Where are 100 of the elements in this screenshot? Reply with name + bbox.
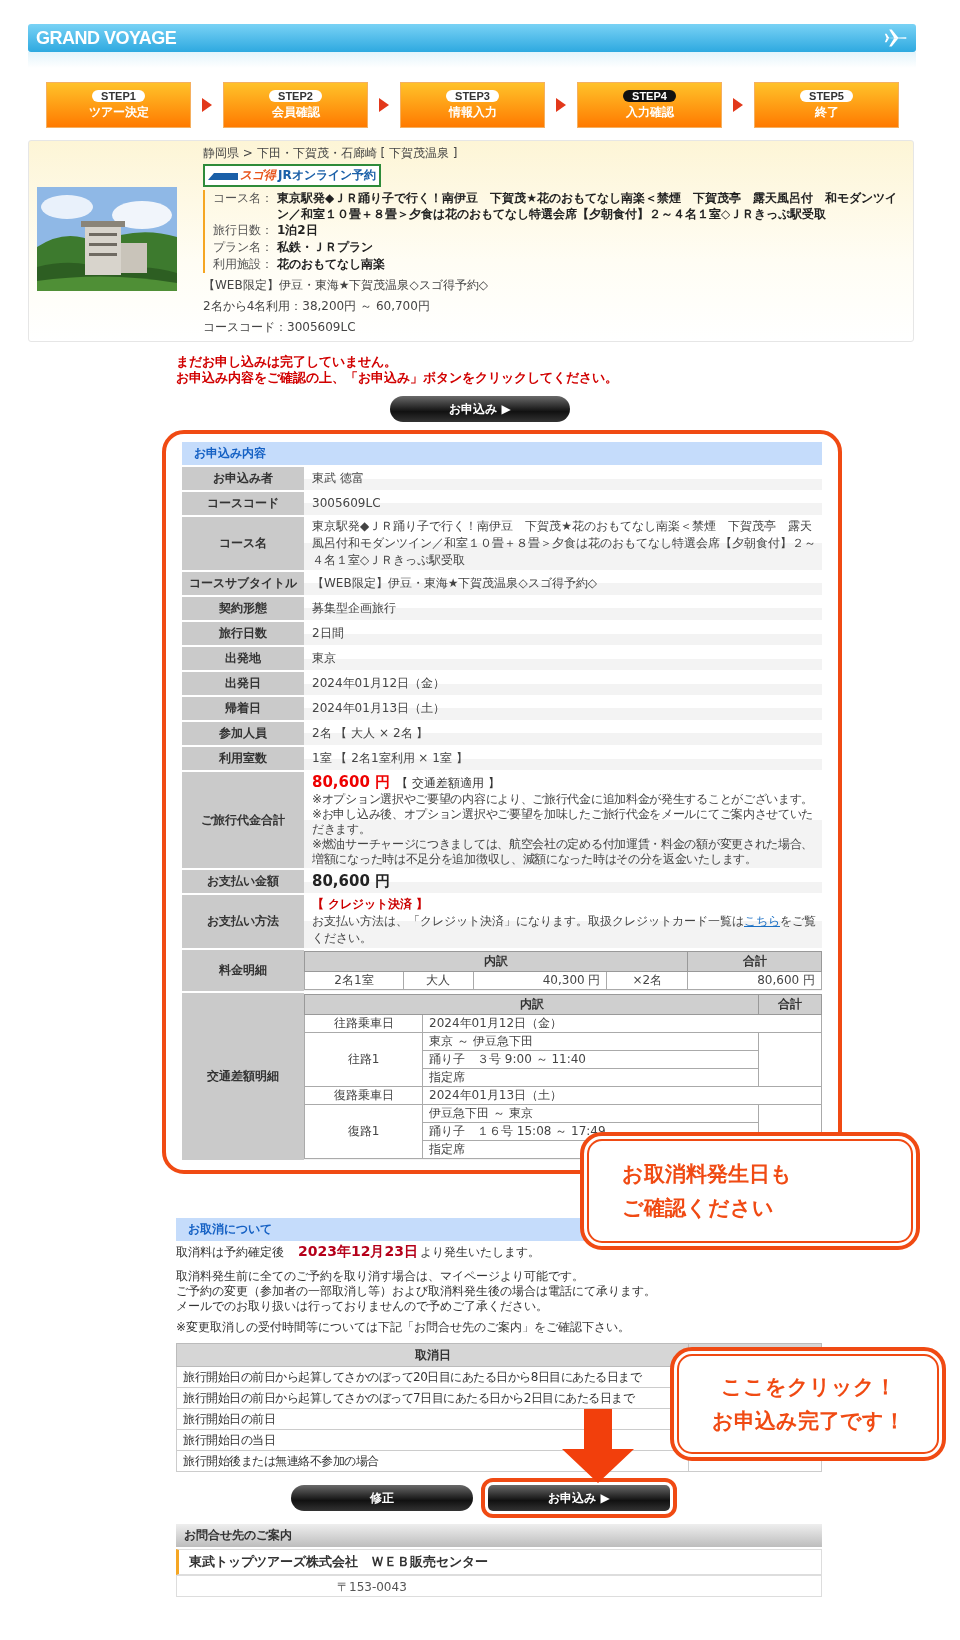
step-badge: STEP5 <box>800 89 853 102</box>
breadcrumb: 静岡県 > 下田・下賀茂・石廊崎 [ 下賀茂温泉 ] <box>203 145 458 162</box>
row-label: コースサブタイトル <box>182 572 304 595</box>
section-header: お問合せ先のご案内 <box>176 1524 822 1547</box>
detail-value: 1泊2日 <box>277 222 318 238</box>
callout-text: お申込み完了です！ <box>711 1408 905 1435</box>
card-list-link[interactable]: こちら <box>744 914 780 928</box>
table-cell: 伊豆急下田 ～ 東京 <box>422 1104 759 1123</box>
step-arrow-icon <box>733 98 743 112</box>
column-header: 内訳 <box>304 994 759 1015</box>
row-value: 募集型企画旅行 <box>312 600 396 617</box>
step-arrow-icon <box>202 98 212 112</box>
table-cell: 往路1 <box>304 1032 423 1087</box>
payment-method: 【 クレジット決済 】 <box>312 896 429 913</box>
detail-label: 旅行日数： <box>213 222 273 239</box>
table-cell: 大人 <box>403 971 474 990</box>
row-label: 旅行日数 <box>182 622 304 645</box>
cancel-fee-text: 取消料は予約確定後 2023年12月23日より発生いたします。 <box>176 1243 540 1261</box>
brand-logo: GRAND VOYAGE <box>36 27 177 49</box>
table-cell: 80,600 円 <box>687 971 822 990</box>
step-label: 情報入力 <box>448 103 497 121</box>
warning-text: お申込み内容をご確認の上、「お申込み」ボタンをクリックしてください。 <box>176 370 619 386</box>
price-note: 【 交通差額適用 】 <box>396 775 500 792</box>
column-header: 取消日 <box>176 1343 689 1367</box>
row-value: 1室 【 2名1室利用 × 1室 】 <box>312 750 468 767</box>
detail-label: プラン名： <box>213 239 273 256</box>
table-cell: 復路乗車日 <box>304 1086 423 1105</box>
row-label: ご旅行代金合計 <box>182 772 304 868</box>
cancel-text: ご予約の変更（参加者の一部取消し等）および取消料発生後の場合は電話にて承ります。 <box>176 1284 656 1299</box>
step-badge: STEP2 <box>269 89 322 102</box>
cancel-text: メールでのお取り扱いは行っておりませんので予めご了承ください。 <box>176 1299 549 1314</box>
table-cell: 往路乗車日 <box>304 1014 423 1033</box>
row-value: 3005609LC <box>312 495 381 512</box>
table-cell: 指定席 <box>422 1068 759 1087</box>
row-value: 東武 徳富 <box>312 470 364 487</box>
row-label: 出発地 <box>182 647 304 670</box>
price-range: 2名から4名利用：38,200円 ～ 60,700円 <box>203 298 430 315</box>
step-badge: STEP4 <box>623 89 676 102</box>
company-name: 東武トップツアーズ株式会社 ＷＥＢ販売センター <box>176 1549 822 1575</box>
row-label: 参加人員 <box>182 722 304 745</box>
row-label: コース名 <box>182 517 304 570</box>
row-value: 2024年01月12日（金） <box>312 675 446 692</box>
cancel-text: 取消料発生前に全てのご予約を取り消す場合は、マイページより可能です。 <box>176 1269 585 1284</box>
table-cell: 踊り子 ３号 9:00 ～ 11:40 <box>422 1050 759 1069</box>
table-cell: 40,300 円 <box>473 971 607 990</box>
step-label: 入力確認 <box>625 103 674 121</box>
row-label: 利用室数 <box>182 747 304 770</box>
table-cell: ×2名 <box>607 971 688 990</box>
payment-text: お支払い方法は、「クレジット決済」になります。取扱クレジットカード一覧はこちら をご覧ください。 <box>312 913 817 947</box>
detail-label: コース名： <box>213 190 273 207</box>
callout-text: ここをクリック！ <box>720 1374 896 1401</box>
row-value: 【WEB限定】伊豆・東海★下賀茂温泉◇スゴ得予約◇ <box>312 575 597 592</box>
apply-button[interactable]: お申込み ▶ <box>481 1478 677 1518</box>
step-arrow-icon <box>556 98 566 112</box>
edit-button[interactable]: 修正 <box>291 1485 473 1511</box>
column-header: 合計 <box>758 994 822 1015</box>
table-cell: 2024年01月13日（土） <box>422 1086 822 1105</box>
row-value: 東京 <box>312 650 336 667</box>
row-label: 交通差額明細 <box>182 993 304 1160</box>
column-header: 内訳 <box>304 951 688 972</box>
row-label: お支払い金額 <box>182 870 304 893</box>
detail-value: 花のおもてなし南楽 <box>277 256 385 272</box>
table-cell: 復路1 <box>304 1104 423 1159</box>
warning-text: まだお申し込みは完了していません。 <box>176 354 398 370</box>
course-code: コースコード：3005609LC <box>203 319 356 336</box>
fine-print: ※オプション選択やご要望の内容により、ご旅行代金に追加料金が発生することがございます。 <box>312 792 814 807</box>
step-arrow-icon <box>379 98 389 112</box>
fine-print: ※お申し込み後、オプション選択やご要望を加味したご旅行代金をメールにてご案内させていただきます。 <box>312 807 815 837</box>
step-label: ツアー決定 <box>88 103 149 121</box>
cancel-note: ※変更取消しの受付時間等については下記「お問合せ先のご案内」をご確認下さい。 <box>176 1320 631 1335</box>
detail-label: 利用施設： <box>213 256 273 273</box>
course-subtitle: 【WEB限定】伊豆・東海★下賀茂温泉◇スゴ得予約◇ <box>203 277 488 294</box>
row-value: 2024年01月13日（土） <box>312 700 446 717</box>
row-label: 契約形態 <box>182 597 304 620</box>
row-label: 料金明細 <box>182 950 304 991</box>
column-header: 合計 <box>687 951 822 972</box>
table-cell: 2名1室 <box>304 971 404 990</box>
total-price: 80,600 円 <box>312 773 391 792</box>
step-badge: STEP3 <box>446 89 499 102</box>
step-badge: STEP1 <box>92 89 145 102</box>
row-label: お申込み者 <box>182 467 304 490</box>
table-cell: 東京 ～ 伊豆急下田 <box>422 1032 759 1051</box>
section-header: お申込み内容 <box>182 442 822 465</box>
row-value: 2日間 <box>312 625 344 642</box>
down-arrow-icon <box>562 1409 634 1483</box>
step-label: 会員確認 <box>271 103 320 121</box>
brand-name: スゴ得 <box>240 167 276 184</box>
row-value: 2名 【 大人 × 2名 】 <box>312 725 429 742</box>
apply-button[interactable]: お申込み ▶ <box>390 396 570 422</box>
row-label: コースコード <box>182 492 304 515</box>
airplane-icon <box>884 27 908 49</box>
callout-text: お取消料発生日も <box>622 1161 793 1188</box>
payment-amount: 80,600 円 <box>312 872 391 891</box>
row-value: 東京駅発◆ＪＲ踊り子で行く！南伊豆 下賀茂★花のおもてなし南楽＜禁煙 下賀茂亭 露天風呂付和モダンツイン／和室１０畳＋８畳＞夕食は花のおもてなし特選会席【夕朝食付】２～４名１室◇ＪＲきっぷ駅受取 <box>312 518 817 569</box>
detail-value: 東京駅発◆ＪＲ踊り子で行く！南伊豆 下賀茂★花のおもてなし南楽＜禁煙 下賀茂亭 露天風呂付 和モダンツイン／和室１０畳＋８畳＞夕食は花のおもてなし特選会席【夕朝食付】２～４名１室◇ＪＲきっぷ駅受取 <box>277 190 898 222</box>
fine-print: ※燃油サーチャージにつきましては、航空会社の定める付加運賃・料金の額が変更された場合、増額になった時は不足分を追加徴収し、減額になった時はその分を返金いたします。 <box>312 837 815 867</box>
step-label: 終了 <box>814 103 839 121</box>
row-label: お支払い方法 <box>182 895 304 948</box>
table-cell: 2024年01月12日（金） <box>422 1014 822 1033</box>
address-text: 〒153-0043 <box>337 1580 407 1594</box>
